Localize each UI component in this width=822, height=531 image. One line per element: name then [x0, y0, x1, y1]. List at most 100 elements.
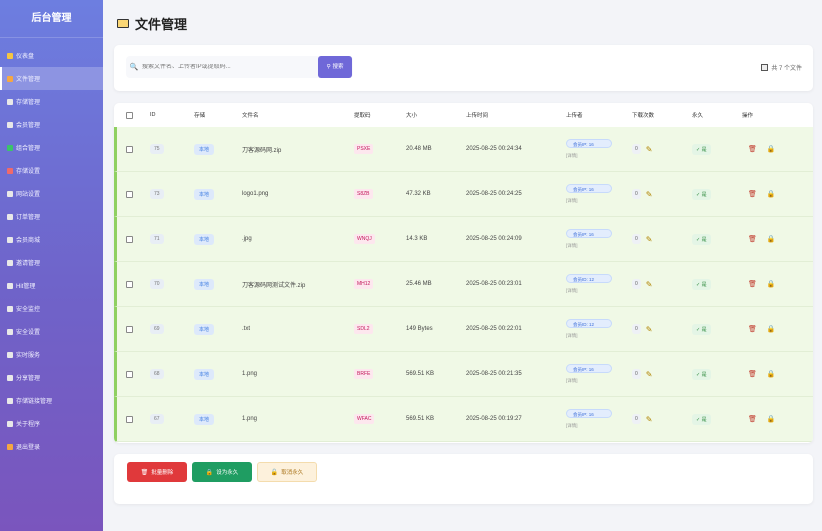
uploader-detail-link[interactable]: [详情] — [566, 243, 578, 249]
lock-icon[interactable]: 🔒 — [767, 145, 776, 153]
sidebar-item[interactable]: 实时服务 — [0, 343, 103, 366]
uploader-detail-link[interactable]: [详情] — [566, 198, 578, 204]
row-checkbox[interactable] — [126, 280, 133, 288]
uploader-detail-link[interactable]: [详情] — [566, 378, 578, 384]
select-all-checkbox[interactable] — [126, 111, 133, 119]
uploader-badge[interactable]: 会员IP: 16 — [566, 229, 612, 238]
uploader-detail-link[interactable]: [详情] — [566, 423, 578, 429]
sidebar-item[interactable]: 存储链接管理 — [0, 389, 103, 412]
lock-icon[interactable]: 🔒 — [767, 370, 776, 378]
sidebar-item[interactable]: 邀请管理 — [0, 251, 103, 274]
edit-icon[interactable]: ✎ — [646, 280, 653, 289]
id-cell: 70 — [150, 279, 164, 289]
sidebar-item[interactable]: 会员管理 — [0, 113, 103, 136]
lock-icon[interactable]: 🔒 — [767, 280, 776, 288]
row-checkbox[interactable] — [126, 325, 133, 333]
extract-code: SDL2 — [354, 324, 373, 334]
sidebar-item[interactable]: 安全监控 — [0, 297, 103, 320]
sidebar-item[interactable]: 文件管理 — [0, 67, 103, 90]
upload-time: 2025-08-25 00:19:27 — [466, 416, 522, 422]
uploader-badge[interactable]: 会员IP: 16 — [566, 184, 612, 193]
sidebar-item-label: Hit管理 — [16, 284, 36, 290]
sidebar-item[interactable]: Hit管理 — [0, 274, 103, 297]
uploader-badge[interactable]: 会员IP: 16 — [566, 364, 612, 373]
sidebar-item-label: 会员管理 — [16, 123, 41, 129]
file-size: 149 Bytes — [406, 326, 433, 332]
edit-icon[interactable]: ✎ — [646, 190, 653, 199]
set-permanent-button[interactable]: 🔒 设为永久 — [192, 462, 252, 482]
trash-icon[interactable]: 🗑 — [748, 415, 757, 423]
edit-icon[interactable]: ✎ — [646, 370, 653, 379]
trash-icon[interactable]: 🗑 — [748, 190, 757, 198]
sidebar-item[interactable]: 存储管理 — [0, 90, 103, 113]
row-checkbox[interactable] — [126, 415, 133, 423]
id-cell: 68 — [150, 369, 164, 379]
checkbox[interactable] — [126, 190, 133, 198]
uploader-detail-link[interactable]: [详情] — [566, 153, 578, 159]
row-checkbox[interactable] — [126, 190, 133, 198]
uploader-badge[interactable]: 会员IP: 16 — [566, 409, 612, 418]
folder-icon — [117, 19, 129, 28]
row-checkbox[interactable] — [126, 235, 133, 243]
sidebar-item[interactable]: 订单管理 — [0, 205, 103, 228]
table-row[interactable]: 69 本地 .txt SDL2 149 Bytes 2025-08-25 00:22:01… — [114, 307, 813, 352]
lock-icon[interactable]: 🔒 — [767, 415, 776, 423]
id-cell: 75 — [150, 144, 164, 154]
batch-delete-button[interactable]: 🗑 批量删除 — [127, 462, 187, 482]
checkbox[interactable] — [126, 415, 133, 423]
cancel-permanent-button[interactable]: 🔓 取消永久 — [257, 462, 317, 482]
edit-icon[interactable]: ✎ — [646, 415, 653, 424]
filename: 刀客源码网测试文件.zip — [242, 282, 306, 289]
sidebar-item[interactable]: 退出登录 — [0, 435, 103, 458]
search-button[interactable]: ⚲ 搜索 — [318, 56, 352, 78]
uploader-badge[interactable]: 会员IP: 16 — [566, 139, 612, 148]
trash-icon[interactable]: 🗑 — [748, 280, 757, 288]
search-input[interactable] — [142, 64, 342, 70]
lock-icon[interactable]: 🔒 — [767, 235, 776, 243]
lock-icon[interactable]: 🔒 — [767, 325, 776, 333]
uploader-detail-link[interactable]: [详情] — [566, 288, 578, 294]
folder-icon — [7, 75, 13, 82]
checkbox[interactable] — [126, 280, 133, 288]
sidebar-item[interactable]: 分享管理 — [0, 366, 103, 389]
sidebar-item[interactable]: 会员商城 — [0, 228, 103, 251]
uploader-badge[interactable]: 会员ID: 12 — [566, 274, 612, 283]
checkbox[interactable] — [126, 111, 133, 119]
sidebar-item[interactable]: 关于程序 — [0, 412, 103, 435]
storage-icon — [7, 98, 13, 105]
edit-icon[interactable]: ✎ — [646, 145, 653, 154]
uploader-detail-link[interactable]: [详情] — [566, 333, 578, 339]
sidebar-item[interactable]: 仪表盘 — [0, 44, 103, 67]
lock-icon[interactable]: 🔒 — [767, 190, 776, 198]
table-row[interactable]: 75 本地 刀客源码网.zip PSXE 20.48 MB 2025-08-25 00:2… — [114, 127, 813, 172]
trash-icon[interactable]: 🗑 — [748, 370, 757, 378]
sidebar-item-label: 安全监控 — [16, 307, 41, 313]
checkbox[interactable] — [126, 235, 133, 243]
trash-icon[interactable]: 🗑 — [748, 325, 757, 333]
sidebar-item[interactable]: 组合管理 — [0, 136, 103, 159]
trash-icon[interactable]: 🗑 — [748, 235, 757, 243]
table-row[interactable]: 70 本地 刀客源码网测试文件.zip MH12 25.46 MB 2025-08-25 … — [114, 262, 813, 307]
table-row[interactable]: 68 本地 1.png BRFE 569.51 KB 2025-08-25 00:21:3… — [114, 352, 813, 397]
checkbox[interactable] — [126, 325, 133, 333]
trash-icon[interactable]: 🗑 — [748, 145, 757, 153]
row-checkbox[interactable] — [126, 145, 133, 153]
edit-icon[interactable]: ✎ — [646, 235, 653, 244]
sidebar-item[interactable]: 存储设置 — [0, 159, 103, 182]
filename: 刀客源码网.zip — [242, 147, 282, 154]
checkbox[interactable] — [126, 145, 133, 153]
table-row[interactable]: 71 本地 .jpg WNQJ 14.3 KB 2025-08-25 00:24:09 会员… — [114, 217, 813, 262]
permanent-cell: ✓ 是 — [692, 143, 711, 155]
downloads-cell: 0 ✎ — [632, 144, 652, 154]
permanent-badge: ✓ 是 — [692, 233, 711, 245]
checkbox[interactable] — [126, 370, 133, 378]
table-row[interactable]: 73 本地 logo1.png S8ZB 47.32 KB 2025-08-25 00:2… — [114, 172, 813, 217]
sidebar-item[interactable]: 安全设置 — [0, 320, 103, 343]
sidebar-item[interactable]: 网站设置 — [0, 182, 103, 205]
uploader-badge[interactable]: 会员ID: 12 — [566, 319, 612, 328]
row-checkbox[interactable] — [126, 370, 133, 378]
file-count: 共 7 个文件 — [761, 63, 802, 72]
edit-icon[interactable]: ✎ — [646, 325, 653, 334]
download-count: 0 — [632, 234, 641, 244]
table-row[interactable]: 67 本地 1.png WFAC 569.51 KB 2025-08-25 00:19:2… — [114, 397, 813, 442]
